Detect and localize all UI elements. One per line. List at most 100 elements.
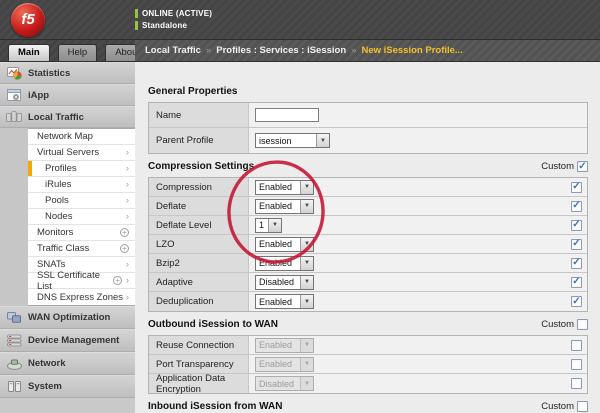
row-custom-checkbox[interactable]: [571, 296, 582, 307]
chevron-right-icon: [126, 148, 129, 157]
adaptive-select[interactable]: Disabled: [255, 275, 314, 290]
custom-label: Custom: [541, 401, 574, 412]
sidebar-item-local-traffic[interactable]: Local Traffic: [0, 106, 135, 128]
new-isession-profile-form: General Properties Name Parent Profile i…: [135, 62, 600, 413]
top-header: f5 ONLINE (ACTIVE) Standalone: [0, 0, 600, 40]
sidebar-item-monitors[interactable]: Monitors: [28, 225, 135, 241]
sidebar-item-wan-optimization[interactable]: WAN Optimization: [0, 306, 135, 329]
tab-main[interactable]: Main: [8, 44, 50, 61]
sidebar-item-network-map[interactable]: Network Map: [28, 129, 135, 145]
nav-row: Main Help About Local Traffic » Profiles…: [0, 40, 600, 62]
table-row-lzo: LZO Enabled: [149, 235, 587, 254]
selected-value: isession: [256, 134, 316, 147]
dropdown-arrow-icon[interactable]: [268, 219, 281, 232]
sidebar-item-label: iApp: [28, 90, 49, 101]
table-row-adaptive: Adaptive Disabled: [149, 273, 587, 292]
row-custom-checkbox[interactable]: [571, 182, 582, 193]
compression-settings-table: Compression Enabled Deflate Enabled: [148, 177, 588, 312]
row-custom-checkbox[interactable]: [571, 378, 582, 389]
port-transparency-label: Port Transparency: [149, 355, 249, 373]
add-plus-icon[interactable]: [113, 276, 122, 285]
parent-profile-label: Parent Profile: [149, 128, 249, 153]
bigip-configuration-utility: f5 ONLINE (ACTIVE) Standalone Main Help …: [0, 0, 600, 413]
system-icon: [6, 380, 22, 393]
parent-profile-select[interactable]: isession: [255, 133, 330, 148]
reuse-connection-label: Reuse Connection: [149, 336, 249, 354]
row-custom-checkbox[interactable]: [571, 239, 582, 250]
inbound-isession-header: Inbound iSession from WAN Custom: [148, 399, 588, 413]
breadcrumb-link-local-traffic[interactable]: Local Traffic: [145, 45, 201, 56]
outbound-isession-header: Outbound iSession to WAN Custom: [148, 317, 588, 332]
sidebar-item-network[interactable]: Network: [0, 352, 135, 375]
deflate-level-select[interactable]: 1: [255, 218, 282, 233]
custom-toggle: Custom: [541, 319, 588, 330]
sidebar-item-traffic-class[interactable]: Traffic Class: [28, 241, 135, 257]
sidebar-item-profiles[interactable]: Profiles: [28, 161, 135, 177]
sidebar-item-irules[interactable]: iRules: [28, 177, 135, 193]
chevron-right-icon: [126, 276, 129, 285]
sidebar-item-label: WAN Optimization: [28, 312, 110, 323]
dropdown-arrow-icon[interactable]: [300, 257, 313, 270]
compression-label: Compression: [149, 178, 249, 196]
row-custom-checkbox[interactable]: [571, 220, 582, 231]
row-custom-checkbox[interactable]: [571, 359, 582, 370]
lzo-select[interactable]: Enabled: [255, 237, 314, 252]
sidebar-item-label: Pools: [45, 195, 69, 206]
status-standalone-label: Standalone: [142, 21, 187, 30]
device-management-icon: [6, 334, 22, 347]
custom-checkbox[interactable]: [577, 401, 588, 412]
deduplication-select[interactable]: Enabled: [255, 294, 314, 309]
sidebar-item-nodes[interactable]: Nodes: [28, 209, 135, 225]
deduplication-label: Deduplication: [149, 292, 249, 311]
sidebar-item-dns-express-zones[interactable]: DNS Express Zones: [28, 289, 135, 305]
compression-select[interactable]: Enabled: [255, 180, 314, 195]
compression-settings-header: Compression Settings Custom: [148, 159, 588, 174]
breadcrumb-link-profiles[interactable]: Profiles : Services : iSession: [216, 45, 346, 56]
selected-value: Enabled: [256, 181, 300, 194]
table-row-reuse-connection: Reuse Connection Enabled: [149, 336, 587, 355]
dropdown-arrow-icon: [300, 339, 313, 352]
row-custom-checkbox[interactable]: [571, 277, 582, 288]
chevron-right-icon: [126, 164, 129, 173]
section-title: General Properties: [148, 86, 237, 97]
table-row-name: Name: [149, 103, 587, 128]
add-plus-icon[interactable]: [120, 228, 129, 237]
wan-optimization-icon: [6, 311, 22, 324]
dropdown-arrow-icon[interactable]: [316, 134, 329, 147]
sidebar-item-system[interactable]: System: [0, 375, 135, 398]
reuse-connection-select: Enabled: [255, 338, 314, 353]
section-title: Inbound iSession from WAN: [148, 401, 282, 412]
sidebar-item-ssl-certificate-list[interactable]: SSL Certificate List: [28, 273, 135, 289]
section-title: Compression Settings: [148, 161, 254, 172]
status-indicator-icon: [135, 21, 138, 30]
dropdown-arrow-icon[interactable]: [300, 276, 313, 289]
sidebar-item-label: DNS Express Zones: [37, 292, 123, 303]
dropdown-arrow-icon[interactable]: [300, 295, 313, 308]
dropdown-arrow-icon[interactable]: [300, 200, 313, 213]
name-input[interactable]: [255, 108, 319, 122]
row-custom-checkbox[interactable]: [571, 340, 582, 351]
dropdown-arrow-icon: [300, 358, 313, 371]
sidebar-item-virtual-servers[interactable]: Virtual Servers: [28, 145, 135, 161]
name-label: Name: [149, 103, 249, 127]
sidebar-item-label: Local Traffic: [28, 112, 84, 123]
bzip2-label: Bzip2: [149, 254, 249, 272]
sidebar-item-device-management[interactable]: Device Management: [0, 329, 135, 352]
deflate-select[interactable]: Enabled: [255, 199, 314, 214]
add-plus-icon[interactable]: [120, 244, 129, 253]
dropdown-arrow-icon[interactable]: [300, 181, 313, 194]
sidebar-item-iapp[interactable]: iApp: [0, 84, 135, 106]
custom-checkbox[interactable]: [577, 319, 588, 330]
breadcrumb-separator: »: [351, 45, 356, 56]
row-custom-checkbox[interactable]: [571, 201, 582, 212]
row-custom-checkbox[interactable]: [571, 258, 582, 269]
sidebar-item-pools[interactable]: Pools: [28, 193, 135, 209]
tab-help[interactable]: Help: [58, 44, 98, 61]
custom-checkbox[interactable]: [577, 161, 588, 172]
local-traffic-submenu: Network Map Virtual Servers Profiles iRu…: [28, 128, 135, 306]
dropdown-arrow-icon[interactable]: [300, 238, 313, 251]
bzip2-select[interactable]: Enabled: [255, 256, 314, 271]
sidebar-item-statistics[interactable]: Statistics: [0, 62, 135, 84]
adaptive-label: Adaptive: [149, 273, 249, 291]
application-data-encryption-label: Application Data Encryption: [149, 374, 249, 393]
